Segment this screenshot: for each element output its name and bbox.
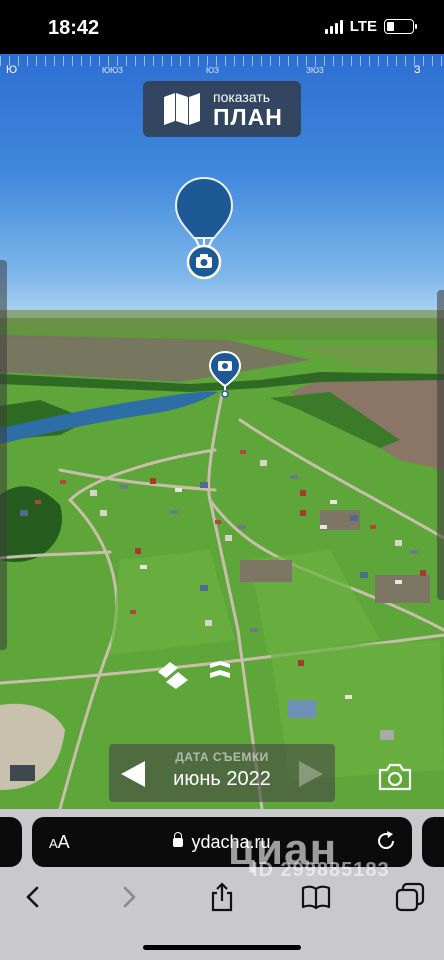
house — [120, 485, 128, 489]
url-display[interactable]: ydacha.ru — [32, 832, 412, 853]
house — [250, 628, 258, 632]
tabs-icon[interactable] — [394, 881, 426, 913]
house — [300, 510, 306, 516]
status-bar: 18:42 LTE — [0, 0, 444, 54]
left-panel-handle[interactable] — [0, 260, 7, 650]
house — [320, 525, 327, 529]
house — [60, 480, 66, 484]
house — [130, 610, 136, 614]
forward-arrows-icon[interactable] — [208, 660, 232, 682]
house — [395, 540, 402, 546]
house — [345, 695, 352, 699]
house — [350, 515, 358, 521]
house — [300, 490, 306, 496]
house — [100, 510, 107, 516]
camera-icon[interactable] — [377, 762, 413, 792]
map-icon — [164, 93, 200, 125]
next-tab-preview[interactable] — [422, 817, 444, 867]
network-label: LTE — [349, 18, 377, 35]
house — [150, 478, 156, 484]
phone-screen: 18:42 LTE Ю ЮЮЗ ЮЗ ЗЮЗ З показать ПЛАН Д… — [0, 0, 444, 960]
house — [330, 500, 337, 504]
house — [225, 535, 232, 541]
compass-label-s: Ю — [6, 64, 18, 76]
forward-icon[interactable] — [113, 881, 145, 913]
house — [360, 572, 368, 578]
status-time: 18:42 — [48, 17, 100, 39]
house — [238, 525, 246, 529]
compass-label-ssw: ЮЮЗ — [102, 66, 123, 75]
compass-ticks — [0, 56, 444, 66]
house — [370, 525, 376, 529]
house — [170, 510, 178, 514]
panorama-viewer[interactable]: Ю ЮЮЗ ЮЗ ЗЮЗ З показать ПЛАН ДАТА СЪЕМКИ… — [0, 54, 444, 809]
compass-label-sw: ЮЗ — [206, 66, 219, 75]
address-bar[interactable]: AA ydacha.ru циан ID 299885183 — [32, 817, 412, 881]
signal-icon — [324, 19, 343, 34]
house — [290, 475, 298, 479]
house — [410, 550, 418, 554]
house — [175, 488, 182, 492]
house — [215, 520, 221, 524]
camera-location-icon[interactable] — [208, 350, 242, 398]
house — [395, 580, 402, 584]
status-indicators: LTE — [324, 18, 417, 35]
show-plan-label-small: показать — [213, 88, 271, 105]
house — [90, 490, 97, 496]
house — [205, 620, 212, 626]
browser-toolbar — [0, 875, 444, 919]
browser-chrome: AA ydacha.ru циан ID 299885183 — [0, 809, 444, 960]
house — [140, 565, 147, 569]
house — [35, 500, 41, 504]
previous-tab-preview[interactable] — [0, 817, 22, 867]
home-indicator[interactable] — [143, 945, 301, 950]
house — [298, 660, 304, 666]
shooting-date-panel: ДАТА СЪЕМКИ июнь 2022 — [109, 744, 335, 802]
house — [135, 548, 141, 554]
compass-label-w: З — [414, 64, 421, 76]
next-date-button[interactable] — [299, 761, 323, 787]
bookmarks-icon[interactable] — [300, 881, 332, 913]
house — [240, 450, 246, 454]
reload-icon[interactable] — [374, 829, 398, 853]
share-icon[interactable] — [206, 881, 238, 913]
forward-arrows-icon[interactable] — [156, 660, 192, 690]
house — [200, 482, 208, 488]
lock-icon — [173, 832, 184, 847]
battery-icon — [384, 19, 417, 34]
house — [260, 460, 267, 466]
compass-scale: Ю ЮЮЗ ЮЗ ЗЮЗ З — [0, 54, 444, 78]
house — [420, 570, 426, 576]
house — [200, 585, 208, 591]
house — [20, 510, 28, 516]
balloon-camera-icon[interactable] — [174, 176, 234, 280]
compass-label-wsw: ЗЮЗ — [306, 66, 324, 75]
show-plan-label-big: ПЛАН — [213, 103, 283, 130]
show-plan-button[interactable]: показать ПЛАН — [143, 81, 301, 137]
back-icon[interactable] — [17, 881, 49, 913]
right-panel-handle[interactable] — [437, 290, 444, 600]
